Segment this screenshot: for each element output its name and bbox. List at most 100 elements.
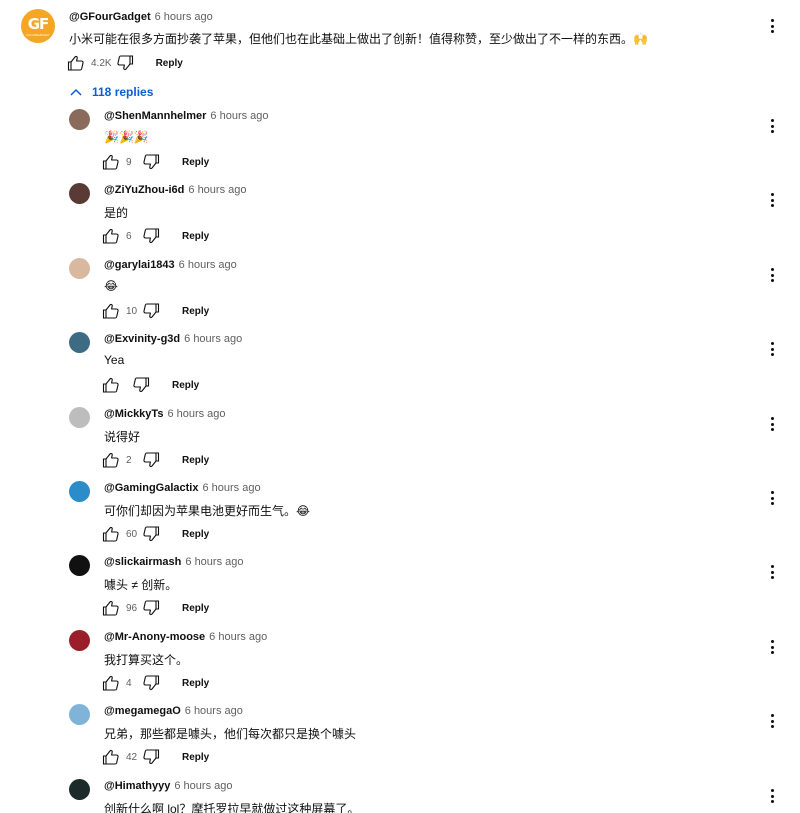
reply-item: @slickairmash 6 hours ago 噱头 ≠ 创新。 96 Reply — [0, 552, 800, 626]
reply-text: 🎉🎉🎉 — [104, 130, 149, 144]
reply-author[interactable]: @Himathyyy — [104, 780, 170, 792]
reply-actions: 4 Reply — [102, 673, 209, 693]
comment-time[interactable]: 6 hours ago — [155, 11, 213, 23]
like-icon[interactable] — [102, 748, 120, 766]
reply-button[interactable]: Reply — [182, 157, 209, 168]
avatar[interactable] — [69, 481, 90, 502]
avatar[interactable]: GF GFOURGADGET — [21, 9, 55, 43]
like-icon[interactable] — [102, 599, 120, 617]
reply-button[interactable]: Reply — [182, 455, 209, 466]
reply-text: 是的 — [104, 206, 129, 220]
reply-author[interactable]: @GamingGalactix — [104, 482, 198, 494]
reply-button[interactable]: Reply — [182, 752, 209, 763]
reply-item: @Exvinity-g3d 6 hours ago Yea Reply — [0, 329, 800, 403]
reply-actions: 6 Reply — [102, 226, 209, 246]
reply-time[interactable]: 6 hours ago — [185, 705, 243, 717]
like-icon[interactable] — [102, 302, 120, 320]
dislike-icon[interactable] — [132, 376, 150, 394]
like-icon[interactable] — [102, 227, 120, 245]
reply-time[interactable]: 6 hours ago — [167, 408, 225, 420]
reply-author[interactable]: @megamegaO — [104, 705, 181, 717]
avatar[interactable] — [69, 704, 90, 725]
more-actions-icon[interactable] — [766, 787, 778, 805]
reply-time[interactable]: 6 hours ago — [184, 333, 242, 345]
reply-author[interactable]: @garylai1843 — [104, 259, 175, 271]
avatar[interactable] — [69, 407, 90, 428]
more-actions-icon[interactable] — [766, 266, 778, 284]
more-actions-icon[interactable] — [766, 17, 778, 35]
reply-author[interactable]: @Mr-Anony-moose — [104, 631, 205, 643]
reply-button[interactable]: Reply — [182, 678, 209, 689]
like-icon[interactable] — [102, 376, 120, 394]
dislike-icon[interactable] — [142, 525, 160, 543]
dislike-icon[interactable] — [142, 153, 160, 171]
reply-button[interactable]: Reply — [156, 58, 183, 69]
dislike-icon[interactable] — [142, 451, 160, 469]
reply-time[interactable]: 6 hours ago — [174, 780, 232, 792]
reply-author-line: @Himathyyy 6 hours ago — [104, 780, 232, 792]
avatar[interactable] — [69, 630, 90, 651]
more-actions-icon[interactable] — [766, 191, 778, 209]
dislike-icon[interactable] — [142, 227, 160, 245]
reply-author-line: @GamingGalactix 6 hours ago — [104, 482, 261, 494]
dislike-icon[interactable] — [116, 54, 134, 72]
reply-item: @MickkyTs 6 hours ago 说得好 2 Reply — [0, 404, 800, 478]
reply-text: 兄弟，那些都是噱头，他们每次都只是换个噱头 — [104, 727, 357, 741]
reply-time[interactable]: 6 hours ago — [185, 556, 243, 568]
reply-time[interactable]: 6 hours ago — [188, 184, 246, 196]
dislike-icon[interactable] — [142, 674, 160, 692]
reply-button[interactable]: Reply — [182, 231, 209, 242]
like-icon[interactable] — [102, 674, 120, 692]
reply-author-line: @MickkyTs 6 hours ago — [104, 408, 226, 420]
like-icon[interactable] — [67, 54, 85, 72]
like-count: 6 — [126, 230, 132, 242]
reply-actions: 42 Reply — [102, 747, 209, 767]
reply-text: 😂 — [104, 279, 119, 293]
reply-button[interactable]: Reply — [182, 306, 209, 317]
dislike-icon[interactable] — [142, 748, 160, 766]
like-icon[interactable] — [102, 153, 120, 171]
more-actions-icon[interactable] — [766, 489, 778, 507]
avatar[interactable] — [69, 779, 90, 800]
reply-actions: 10 Reply — [102, 301, 209, 321]
reply-button[interactable]: Reply — [182, 603, 209, 614]
dislike-icon[interactable] — [142, 599, 160, 617]
reply-text: Yea — [104, 353, 125, 367]
reply-author[interactable]: @Exvinity-g3d — [104, 333, 180, 345]
reply-item: @ShenMannhelmer 6 hours ago 🎉🎉🎉 9 Reply — [0, 106, 800, 180]
reply-author[interactable]: @slickairmash — [104, 556, 181, 568]
like-count: 4.2K — [91, 57, 112, 69]
reply-text: 可你们却因为苹果电池更好而生气。😂 — [104, 504, 311, 518]
reply-time[interactable]: 6 hours ago — [210, 110, 268, 122]
reply-time[interactable]: 6 hours ago — [202, 482, 260, 494]
avatar[interactable] — [69, 183, 90, 204]
reply-author[interactable]: @MickkyTs — [104, 408, 163, 420]
reply-author[interactable]: @ShenMannhelmer — [104, 110, 206, 122]
like-icon[interactable] — [102, 451, 120, 469]
avatar[interactable] — [69, 258, 90, 279]
reply-time[interactable]: 6 hours ago — [209, 631, 267, 643]
more-actions-icon[interactable] — [766, 117, 778, 135]
avatar[interactable] — [69, 332, 90, 353]
more-actions-icon[interactable] — [766, 638, 778, 656]
top-comment: GF GFOURGADGET @GFourGadget 6 hours ago 小… — [0, 0, 800, 90]
more-actions-icon[interactable] — [766, 340, 778, 358]
reply-author[interactable]: @ZiYuZhou-i6d — [104, 184, 184, 196]
reply-time[interactable]: 6 hours ago — [179, 259, 237, 271]
replies-toggle[interactable]: 118 replies — [70, 84, 153, 100]
like-count: 9 — [126, 156, 132, 168]
dislike-icon[interactable] — [142, 302, 160, 320]
reply-actions: 2 Reply — [102, 450, 209, 470]
comment-author[interactable]: @GFourGadget — [69, 11, 151, 23]
avatar[interactable] — [69, 109, 90, 130]
reply-actions: Reply — [102, 375, 199, 395]
avatar[interactable] — [69, 555, 90, 576]
more-actions-icon[interactable] — [766, 712, 778, 730]
reply-button[interactable]: Reply — [182, 529, 209, 540]
like-icon[interactable] — [102, 525, 120, 543]
more-actions-icon[interactable] — [766, 563, 778, 581]
more-actions-icon[interactable] — [766, 415, 778, 433]
reply-author-line: @Mr-Anony-moose 6 hours ago — [104, 631, 267, 643]
reply-button[interactable]: Reply — [172, 380, 199, 391]
replies-count-label: 118 replies — [92, 85, 154, 99]
